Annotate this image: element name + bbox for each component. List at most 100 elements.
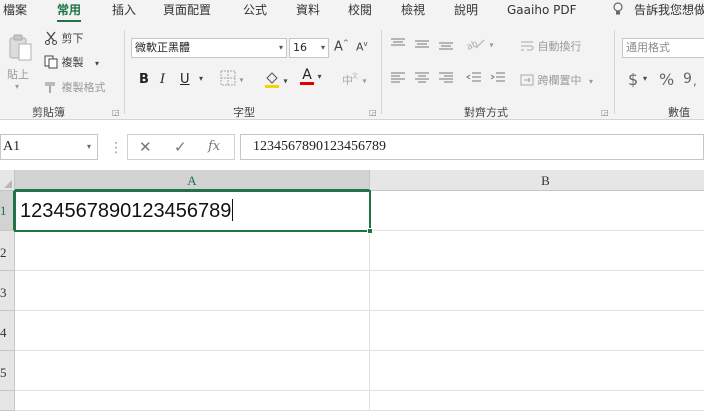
- cell-b5[interactable]: [370, 351, 704, 391]
- group-divider: [381, 30, 382, 114]
- formula-input[interactable]: 1234567890123456789: [240, 134, 704, 160]
- paintbrush-icon: [44, 80, 58, 97]
- font-name-combo[interactable]: 微軟正黑體 ▾: [131, 38, 287, 58]
- row-header-5[interactable]: 5: [0, 351, 15, 391]
- phonetic-button[interactable]: 中文 ▾: [341, 72, 367, 89]
- tab-home[interactable]: 常用: [57, 2, 82, 22]
- clipboard-launcher-icon[interactable]: ◲: [112, 108, 120, 117]
- tab-insert[interactable]: 插入: [112, 2, 136, 22]
- cell-b1[interactable]: [370, 191, 704, 231]
- phonetic-icon: 中文: [341, 72, 359, 89]
- cancel-icon[interactable]: ✕: [139, 138, 152, 156]
- align-bottom-button[interactable]: [438, 38, 454, 53]
- align-left-button[interactable]: [390, 72, 406, 87]
- tell-me-search[interactable]: 告訴我您想做: [634, 2, 704, 22]
- currency-button[interactable]: $: [628, 70, 638, 89]
- tab-file[interactable]: 檔案: [3, 2, 27, 22]
- format-painter-button[interactable]: 複製格式: [44, 79, 106, 97]
- orientation-button[interactable]: ab ▾: [465, 36, 493, 53]
- shrink-font-button[interactable]: Av: [356, 40, 368, 54]
- enter-check-icon[interactable]: ✓: [174, 138, 187, 156]
- italic-button[interactable]: I: [160, 72, 165, 87]
- chevron-down-icon: ▾: [283, 76, 288, 86]
- align-right-button[interactable]: [438, 72, 454, 87]
- format-painter-label: 複製格式: [61, 81, 106, 94]
- cell-a5[interactable]: [15, 351, 370, 391]
- font-group-label: 字型: [233, 106, 255, 119]
- tab-review[interactable]: 校閱: [348, 2, 372, 22]
- align-center-button[interactable]: [414, 72, 430, 87]
- underline-button[interactable]: U: [180, 72, 190, 87]
- align-middle-button[interactable]: [414, 38, 430, 53]
- grow-font-letter: A: [334, 39, 343, 55]
- comma-style-button[interactable]: 9,: [683, 69, 701, 90]
- insert-function-button[interactable]: fx: [208, 139, 220, 154]
- paste-label: 貼上: [7, 68, 29, 81]
- paste-button[interactable]: [4, 34, 36, 65]
- decrease-indent-button[interactable]: [466, 72, 482, 87]
- comma-style-icon: 9,: [683, 69, 701, 90]
- alignment-group-label: 對齊方式: [464, 106, 508, 119]
- wrap-text-button[interactable]: 自動換行: [520, 38, 582, 55]
- cell-a2[interactable]: [15, 231, 370, 271]
- number-format-combo[interactable]: 通用格式: [622, 38, 704, 58]
- tab-formulas[interactable]: 公式: [243, 2, 267, 22]
- copy-button[interactable]: 複製 ▾: [44, 54, 99, 72]
- cut-button[interactable]: 剪下: [44, 30, 84, 48]
- percent-button[interactable]: %: [659, 70, 674, 89]
- align-top-button[interactable]: [390, 38, 406, 53]
- cell-b6[interactable]: [370, 391, 704, 411]
- tab-gaaiho-pdf[interactable]: Gaaiho PDF: [507, 2, 576, 22]
- tab-data[interactable]: 資料: [296, 2, 320, 22]
- cell-a6[interactable]: [15, 391, 370, 411]
- row-header-6[interactable]: [0, 391, 15, 411]
- row-header-4[interactable]: 4: [0, 311, 15, 351]
- ribbon-tab-bar: 檔案 常用 插入 頁面配置 公式 資料 校閱 檢視 說明 Gaaiho PDF …: [0, 0, 704, 24]
- copy-dropdown-icon[interactable]: ▾: [95, 59, 99, 68]
- font-color-button[interactable]: A ▾: [300, 68, 322, 85]
- name-box[interactable]: A1 ▾: [0, 134, 98, 160]
- alignment-launcher-icon[interactable]: ◲: [601, 108, 609, 117]
- lightbulb-icon: [612, 2, 624, 22]
- active-cell-a1[interactable]: 1234567890123456789: [14, 190, 371, 232]
- increase-indent-button[interactable]: [490, 72, 506, 87]
- formula-bar-resize-handle[interactable]: ⋮: [109, 140, 123, 156]
- shrink-font-letter: A: [356, 40, 364, 54]
- row-header-3[interactable]: 3: [0, 271, 15, 311]
- font-size-combo[interactable]: 16 ▾: [289, 38, 329, 58]
- chevron-down-icon[interactable]: ▾: [643, 74, 647, 83]
- cell-a4[interactable]: [15, 311, 370, 351]
- cell-b4[interactable]: [370, 311, 704, 351]
- underline-dropdown-icon[interactable]: ▾: [199, 74, 203, 83]
- select-all-button[interactable]: [0, 170, 15, 191]
- font-size-value: 16: [293, 41, 307, 54]
- tab-view[interactable]: 檢視: [401, 2, 425, 22]
- fill-handle[interactable]: [367, 228, 373, 234]
- cell-a1-value: 1234567890123456789: [20, 200, 232, 222]
- copy-label: 複製: [61, 56, 84, 69]
- grow-font-button[interactable]: A^: [334, 39, 349, 54]
- paste-dropdown-icon[interactable]: ▾: [15, 82, 19, 91]
- svg-text:,: ,: [693, 74, 697, 87]
- column-header-a[interactable]: A: [15, 170, 370, 191]
- text-orientation-icon: ab: [465, 36, 486, 53]
- tab-help[interactable]: 說明: [454, 2, 478, 22]
- row-header-1[interactable]: 1: [0, 191, 15, 231]
- borders-icon: [220, 70, 236, 89]
- number-format-value: 通用格式: [626, 41, 670, 54]
- cell-b3[interactable]: [370, 271, 704, 311]
- cell-a3[interactable]: [15, 271, 370, 311]
- font-launcher-icon[interactable]: ◲: [369, 108, 377, 117]
- tab-page-layout[interactable]: 頁面配置: [163, 2, 211, 22]
- cell-b2[interactable]: [370, 231, 704, 271]
- row-header-2[interactable]: 2: [0, 231, 15, 271]
- wrap-text-label: 自動換行: [537, 40, 582, 53]
- align-middle-icon: [414, 38, 430, 53]
- borders-button[interactable]: ▾: [220, 70, 244, 89]
- column-header-b[interactable]: B: [370, 170, 704, 191]
- merge-center-button[interactable]: 跨欄置中 ▾: [520, 72, 593, 89]
- worksheet-grid: A B 1 2 3 4 5 1234567890123456789: [0, 170, 704, 411]
- chevron-down-icon: ▾: [589, 77, 594, 86]
- bold-button[interactable]: B: [139, 72, 149, 87]
- fill-color-button[interactable]: ▾: [264, 70, 288, 91]
